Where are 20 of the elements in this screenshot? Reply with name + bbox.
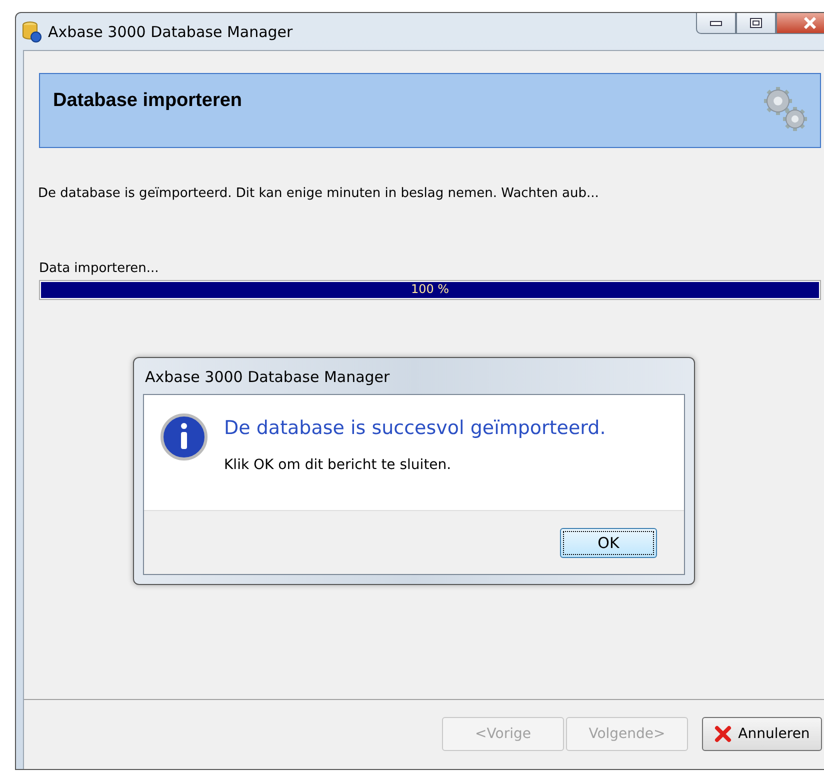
header-title: Database importeren: [53, 90, 242, 112]
status-text: De database is geïmporteerd. Dit kan enige minuten in beslag nemen. Wachten aub...: [38, 186, 600, 201]
info-icon: [160, 413, 208, 461]
progress-reading: 100 %: [410, 282, 450, 296]
minimize-button[interactable]: [696, 13, 736, 34]
database-icon: [22, 20, 42, 42]
window-title: Axbase 3000 Database Manager: [48, 22, 294, 40]
dialog-heading: De database is succesvol geïmporteerd.: [224, 417, 606, 439]
minimize-icon: [710, 20, 722, 26]
close-icon: [803, 17, 817, 29]
progress-label: Data importeren...: [39, 261, 160, 276]
dialog-message: Klik OK om dit bericht te sluiten.: [224, 457, 452, 473]
dialog-title: Axbase 3000 Database Manager: [144, 367, 391, 388]
wizard-button[interactable]: Annuleren: [702, 716, 822, 750]
maximize-button[interactable]: [736, 13, 776, 34]
cross-icon: [714, 724, 732, 742]
close-button[interactable]: [776, 13, 824, 34]
gears-icon: [762, 84, 810, 134]
maximize-icon: [750, 18, 762, 28]
ok-button[interactable]: OK: [560, 528, 657, 558]
